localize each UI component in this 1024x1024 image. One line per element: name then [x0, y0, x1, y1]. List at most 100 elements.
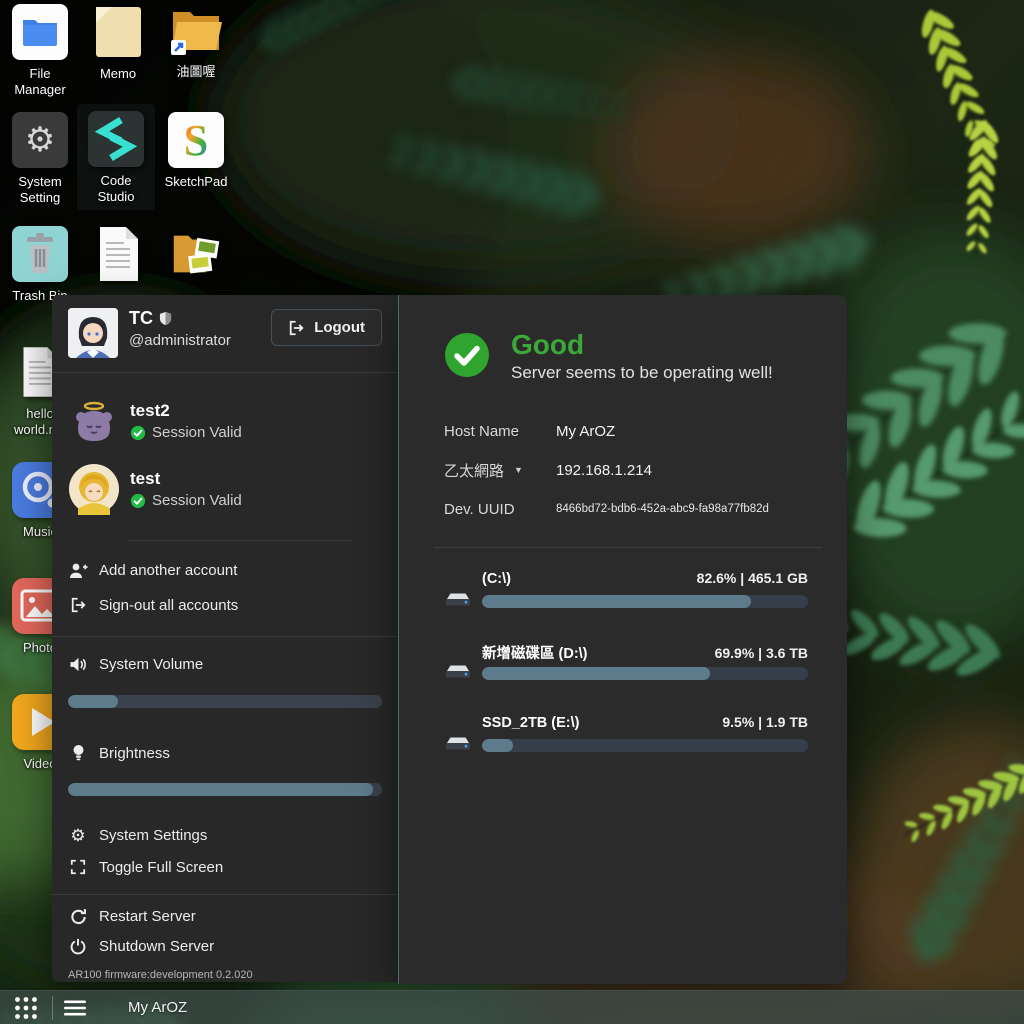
code-studio-icon: [88, 111, 144, 167]
document-icon: [90, 226, 146, 282]
taskbar: My ArOZ: [0, 990, 1024, 1024]
desktop-icon-memo[interactable]: Memo: [78, 4, 158, 82]
disk-stats: 82.6% | 465.1 GB: [697, 570, 808, 586]
divider: [52, 894, 398, 895]
logout-button[interactable]: Logout: [271, 309, 382, 346]
disk-row-c: (C:\) 82.6% | 465.1 GB: [444, 570, 808, 608]
desktop-icon-sketchpad[interactable]: S SketchPad: [156, 112, 236, 190]
menu-button[interactable]: [53, 991, 97, 1024]
apps-grid-icon: [13, 995, 39, 1021]
user-panel: TC @administrator Logout: [52, 295, 398, 982]
admin-shield-icon: [159, 311, 172, 326]
status-state: Good: [511, 330, 773, 359]
desktop-icon-trash-bin[interactable]: Trash Bin: [0, 226, 80, 304]
session-valid-icon: [130, 493, 146, 509]
info-label: Dev. UUID: [444, 501, 556, 518]
gear-tile-icon: ⚙: [12, 112, 68, 168]
divider: [52, 372, 398, 373]
fullscreen-icon: [68, 859, 88, 875]
disk-name: 新增磁碟區 (D:\): [482, 642, 588, 663]
menu-item-label: System Settings: [99, 827, 207, 844]
hard-drive-icon: [444, 642, 482, 680]
app-launcher-button[interactable]: [0, 991, 52, 1024]
account-avatar: [68, 463, 120, 515]
chevron-down-icon: ▼: [514, 465, 523, 475]
disk-usage-fill: [482, 667, 710, 680]
disk-row-d: 新增磁碟區 (D:\) 69.9% | 3.6 TB: [444, 642, 808, 680]
menu-item-label: Shutdown Server: [99, 938, 214, 955]
menu-item-system-settings[interactable]: ⚙ System Settings: [68, 820, 382, 850]
trash-icon: [12, 226, 68, 282]
account-row-test[interactable]: test Session Valid: [68, 463, 382, 515]
gear-glyph: ⚙: [25, 123, 55, 157]
icon-label: 油圖喔: [159, 64, 234, 80]
menu-item-restart-server[interactable]: Restart Server: [68, 901, 382, 931]
disk-row-e: SSD_2TB (E:\) 9.5% | 1.9 TB: [444, 714, 808, 752]
restart-icon: [68, 908, 88, 925]
uuid-value: 8466bd72-bdb6-452a-abc9-fa98a77fb82d: [556, 503, 769, 515]
server-info: Host Name My ArOZ 乙太網路 ▼ 192.168.1.214 D…: [444, 421, 808, 519]
divider: [128, 540, 352, 541]
disk-name: SSD_2TB (E:\): [482, 715, 580, 731]
power-icon: [68, 938, 88, 955]
file-manager-icon: [12, 4, 68, 60]
account-info: test Session Valid: [130, 469, 242, 509]
sign-out-icon: [68, 597, 88, 613]
gear-icon: ⚙: [68, 827, 88, 844]
brightness-slider[interactable]: [68, 783, 382, 796]
user-header: TC @administrator Logout: [68, 308, 382, 358]
ip-address-value: 192.168.1.214: [556, 462, 652, 479]
session-valid-icon: [130, 425, 146, 441]
brightness-fill: [68, 783, 373, 796]
desktop-icon-file-manager[interactable]: File Manager: [0, 4, 80, 97]
speaker-icon: [68, 656, 88, 673]
account-avatar: [68, 395, 120, 447]
photos-folder-icon: [168, 226, 224, 282]
menu-item-toggle-fullscreen[interactable]: Toggle Full Screen: [68, 852, 382, 882]
user-identity: TC @administrator: [129, 308, 271, 349]
desktop-icon-photos-folder[interactable]: [156, 226, 236, 288]
desktop-icon-system-setting[interactable]: ⚙ System Setting: [0, 112, 80, 205]
account-status: Session Valid: [152, 424, 242, 441]
shortcut-folder-icon: [168, 2, 224, 58]
user-plus-icon: [68, 562, 88, 579]
memo-icon: [90, 4, 146, 60]
menu-item-add-account[interactable]: Add another account: [68, 555, 382, 585]
network-dropdown[interactable]: 乙太網路 ▼: [444, 460, 556, 481]
disk-usage-fill: [482, 595, 751, 608]
account-info: test2 Session Valid: [130, 401, 242, 441]
volume-fill: [68, 695, 118, 708]
disk-usage-bar: [482, 667, 808, 680]
menu-item-shutdown-server[interactable]: Shutdown Server: [68, 931, 382, 961]
svg-text:S: S: [184, 116, 208, 165]
hamburger-icon: [64, 1000, 86, 1016]
account-row-test2[interactable]: test2 Session Valid: [68, 395, 382, 447]
disk-usage-bar: [482, 595, 808, 608]
icon-label: SketchPad: [159, 174, 234, 190]
menu-item-label: Add another account: [99, 562, 237, 579]
logout-icon: [288, 320, 305, 336]
disk-usage-bar: [482, 739, 808, 752]
icon-label: File Manager: [3, 66, 78, 97]
desktop-icon-oil-folder[interactable]: 油圖喔: [156, 2, 236, 80]
brightness-label-row: Brightness: [68, 738, 382, 768]
icon-label: Code Studio: [90, 173, 142, 204]
icon-label: Memo: [81, 66, 156, 82]
info-label: 乙太網路: [444, 460, 504, 481]
disk-stats: 69.9% | 3.6 TB: [715, 645, 808, 661]
system-volume-slider[interactable]: [68, 695, 382, 708]
desktop-icon-code-studio[interactable]: Code Studio: [77, 104, 155, 210]
server-status-panel: Good Server seems to be operating well! …: [398, 295, 847, 984]
screen: File Manager Memo 油圖喔 ⚙ Syst: [0, 0, 1024, 1024]
system-volume-label-row: System Volume: [68, 649, 382, 679]
divider: [52, 636, 398, 637]
icon-label: System Setting: [14, 174, 66, 205]
hard-drive-icon: [444, 714, 482, 752]
hard-drive-icon: [444, 570, 482, 608]
status-header: Good Server seems to be operating well!: [444, 330, 808, 383]
desktop-icon-text-document[interactable]: [78, 226, 158, 288]
disk-name: (C:\): [482, 571, 511, 587]
logout-label: Logout: [314, 319, 365, 336]
menu-item-signout-all[interactable]: Sign-out all accounts: [68, 590, 382, 620]
info-row-uuid: Dev. UUID 8466bd72-bdb6-452a-abc9-fa98a7…: [444, 499, 808, 519]
